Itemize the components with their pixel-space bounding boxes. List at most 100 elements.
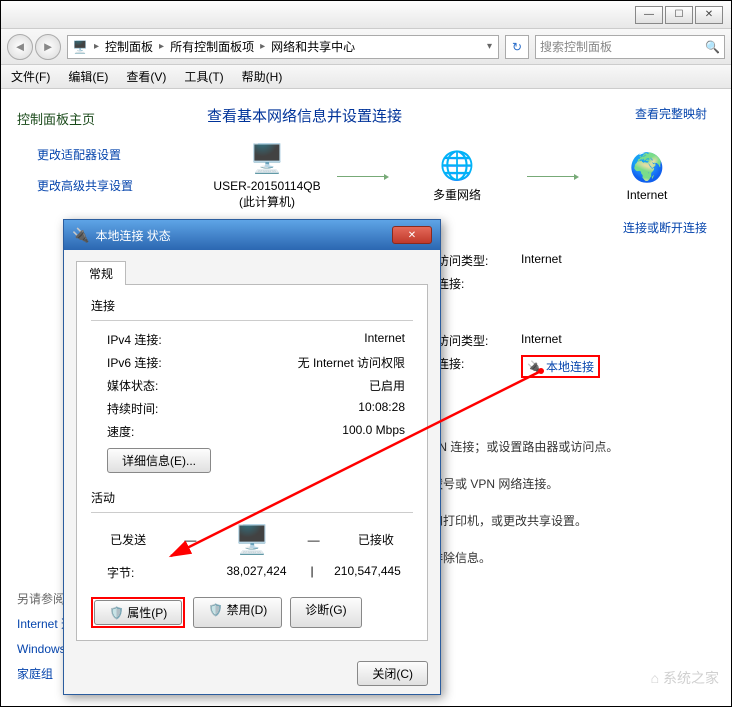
search-input[interactable]: 搜索控制面板 🔍 [535, 35, 725, 59]
dialog-title: 本地连接 状态 [95, 227, 170, 244]
node-label: 多重网络 [433, 186, 481, 203]
watermark: ⌂ 系统之家 [651, 668, 719, 688]
node-multi-network[interactable]: 🌐 多重网络 [397, 149, 517, 203]
local-connection-link-highlighted: 🔌 本地连接 [521, 355, 600, 378]
duration-label: 持续时间: [91, 400, 211, 417]
window-titlebar: — ☐ ✕ [1, 1, 731, 29]
received-label: 已接收 [358, 531, 394, 548]
menu-edit[interactable]: 编辑(E) [68, 68, 108, 85]
diagnose-button[interactable]: 诊断(G) [290, 597, 361, 628]
node-sublabel: (此计算机) [239, 193, 295, 210]
connection-section-header: 连接 [91, 297, 413, 314]
media-state-label: 媒体状态: [91, 377, 211, 394]
access-type-label: 访问类型: [437, 332, 507, 349]
crumb-network-center[interactable]: 网络和共享中心 [271, 38, 355, 55]
duration-value: 10:08:28 [211, 400, 413, 417]
bytes-sent-value: 38,027,424 [211, 564, 302, 581]
disable-button-label: 禁用(D) [227, 603, 268, 617]
tab-general[interactable]: 常规 [76, 261, 126, 285]
crumb-control-panel[interactable]: 控制面板 [105, 38, 153, 55]
media-state-value: 已启用 [211, 377, 413, 394]
dialog-titlebar[interactable]: 🔌 本地连接 状态 ✕ [64, 220, 440, 250]
computer-icon: 🖥️ [250, 142, 285, 175]
back-button[interactable]: ◄ [7, 34, 33, 60]
sidebar-home[interactable]: 控制面板主页 [17, 109, 167, 128]
breadcrumb[interactable]: 🖥️ ▸ 控制面板 ▸ 所有控制面板项 ▸ 网络和共享中心 ▾ [67, 35, 499, 59]
network-map: 🖥️ USER-20150114QB (此计算机) 🌐 多重网络 🌍 Inter… [207, 142, 707, 210]
menu-file[interactable]: 文件(F) [11, 68, 50, 85]
sent-label: 已发送 [110, 531, 146, 548]
ipv4-value: Internet [211, 331, 413, 348]
node-internet[interactable]: 🌍 Internet [587, 151, 707, 202]
chevron-right-icon: ▸ [92, 41, 101, 52]
network-info-1: 访问类型: Internet 连接: [437, 252, 707, 292]
access-type-value: Internet [521, 252, 562, 269]
house-icon: ⌂ [651, 670, 659, 686]
bytes-received-value: 210,547,445 [322, 564, 413, 581]
chevron-right-icon: ▸ [258, 41, 267, 52]
globe-icon: 🌍 [630, 151, 665, 184]
help-text-2: 线、拨号或 VPN 网络连接。 [407, 475, 707, 492]
network-adapter-icon: 🔌 [527, 360, 542, 374]
network-info-2: 访问类型: Internet 连接: 🔌 本地连接 [437, 332, 707, 378]
forward-button[interactable]: ► [35, 34, 61, 60]
dash-icon: — [184, 533, 196, 547]
crumb-all-items[interactable]: 所有控制面板项 [170, 38, 254, 55]
menu-help[interactable]: 帮助(H) [242, 68, 283, 85]
navigation-bar: ◄ ► 🖥️ ▸ 控制面板 ▸ 所有控制面板项 ▸ 网络和共享中心 ▾ ↻ 搜索… [1, 29, 731, 65]
help-text-1: 或 VPN 连接；或设置路由器或访问点。 [407, 438, 707, 455]
maximize-button[interactable]: ☐ [665, 6, 693, 24]
speed-value: 100.0 Mbps [211, 423, 413, 440]
activity-computer-icon: 🖥️ [235, 523, 270, 556]
connection-label: 连接: [437, 275, 507, 292]
ipv6-label: IPv6 连接: [91, 354, 211, 371]
dash-icon: — [308, 533, 320, 547]
minimize-button[interactable]: — [635, 6, 663, 24]
ipv4-label: IPv4 连接: [91, 331, 211, 348]
connection-status-dialog: 🔌 本地连接 状态 ✕ 常规 连接 IPv4 连接:Internet IPv6 … [63, 219, 441, 695]
connection-line-icon [527, 176, 577, 177]
chevron-down-icon[interactable]: ▾ [485, 41, 494, 52]
ipv6-value: 无 Internet 访问权限 [211, 354, 413, 371]
sidebar-advanced-sharing[interactable]: 更改高级共享设置 [17, 177, 167, 194]
watermark-text: 系统之家 [663, 670, 719, 686]
tab-content: 连接 IPv4 连接:Internet IPv6 连接:无 Internet 访… [76, 284, 428, 641]
shield-icon: 🛡️ [109, 606, 124, 620]
close-window-button[interactable]: ✕ [695, 6, 723, 24]
help-text-4: 故障排除信息。 [407, 549, 707, 566]
properties-button[interactable]: 🛡️ 属性(P) [94, 600, 182, 625]
node-label: USER-20150114QB [213, 179, 320, 193]
separator: | [302, 564, 322, 581]
node-label: Internet [627, 188, 668, 202]
details-button[interactable]: 详细信息(E)... [107, 448, 211, 473]
dialog-close-button[interactable]: ✕ [392, 226, 432, 244]
search-placeholder: 搜索控制面板 [540, 38, 612, 55]
refresh-button[interactable]: ↻ [505, 35, 529, 59]
access-type-label: 访问类型: [437, 252, 507, 269]
properties-button-highlighted: 🛡️ 属性(P) [91, 597, 185, 628]
shield-icon: 🛡️ [208, 603, 223, 617]
full-map-link[interactable]: 查看完整映射 [635, 105, 707, 122]
page-heading: 查看基本网络信息并设置连接 [207, 105, 707, 126]
access-type-value: Internet [521, 332, 562, 349]
menu-tools[interactable]: 工具(T) [184, 68, 223, 85]
chevron-right-icon: ▸ [157, 41, 166, 52]
local-connection-link[interactable]: 🔌 本地连接 [527, 358, 594, 375]
help-text-3: 文件和打印机，或更改共享设置。 [407, 512, 707, 529]
speed-label: 速度: [91, 423, 211, 440]
control-panel-icon: 🖥️ [72, 39, 88, 55]
menu-bar: 文件(F) 编辑(E) 查看(V) 工具(T) 帮助(H) [1, 65, 731, 89]
sidebar-adapter-settings[interactable]: 更改适配器设置 [17, 146, 167, 163]
properties-button-label: 属性(P) [127, 606, 167, 620]
connect-disconnect-link[interactable]: 连接或断开连接 [623, 219, 707, 236]
search-icon[interactable]: 🔍 [705, 40, 720, 54]
menu-view[interactable]: 查看(V) [126, 68, 166, 85]
connection-line-icon [337, 176, 387, 177]
network-icon: 🌐 [440, 149, 475, 182]
activity-section-header: 活动 [91, 489, 413, 506]
disable-button[interactable]: 🛡️ 禁用(D) [193, 597, 282, 628]
local-connection-text: 本地连接 [546, 358, 594, 375]
close-dialog-button[interactable]: 关闭(C) [357, 661, 428, 686]
bytes-label: 字节: [91, 564, 211, 581]
node-this-pc[interactable]: 🖥️ USER-20150114QB (此计算机) [207, 142, 327, 210]
